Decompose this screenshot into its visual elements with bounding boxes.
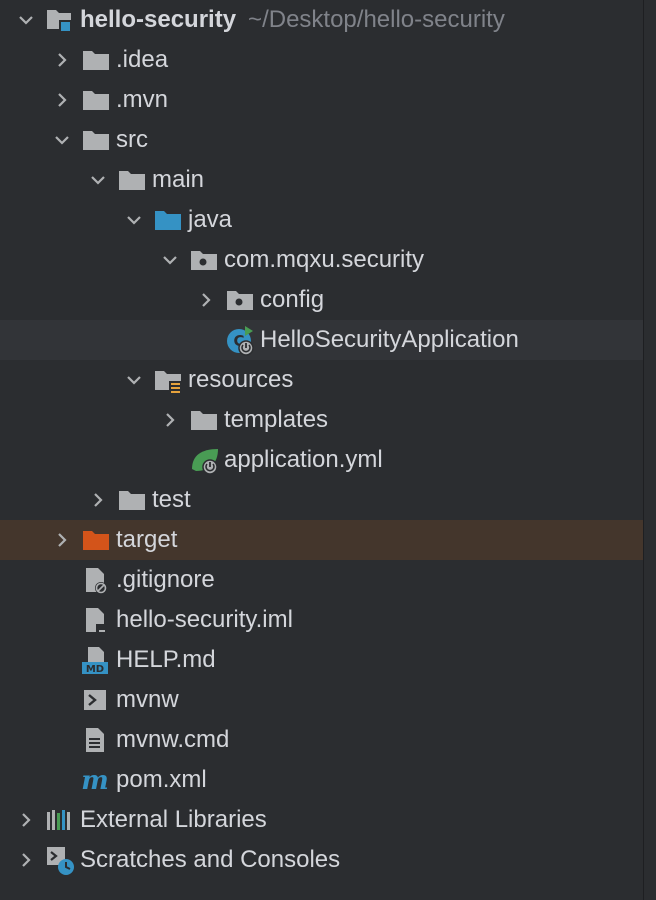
tree-row-templates[interactable]: templates [0,400,643,440]
package-label: com.mqxu.security [224,246,425,273]
resources-folder-icon [152,360,188,400]
chevron-right-icon[interactable] [44,40,80,80]
markdown-file-icon: MD [80,640,116,680]
folder-icon [80,120,116,160]
ignore-file-icon [80,560,116,600]
tree-row-app-class[interactable]: C HelloSecurityApplication [0,320,643,360]
tree-row-src[interactable]: src [0,120,643,160]
tree-row-gitignore[interactable]: .gitignore [0,560,643,600]
chevron-down-icon[interactable] [116,200,152,240]
folder-icon [116,160,152,200]
gitignore-label: .gitignore [116,566,215,593]
package-icon [188,240,224,280]
java-label: java [188,206,233,233]
main-label: main [152,166,205,193]
svg-text:m: m [81,766,109,796]
chevron-right-icon[interactable] [44,520,80,560]
panel-divider[interactable] [643,0,656,900]
spring-config-icon [188,440,224,480]
tree-row-mvn[interactable]: .mvn [0,80,643,120]
mvnw-cmd-label: mvnw.cmd [116,726,230,753]
iml-label: hello-security.iml [116,606,293,633]
source-root-folder-icon [152,200,188,240]
config-label: config [260,286,325,313]
excluded-folder-icon [80,520,116,560]
package-icon [224,280,260,320]
text-file-icon [80,720,116,760]
app-class-label: HelloSecurityApplication [260,326,519,353]
mvnw-label: mvnw [116,686,179,713]
mvn-label: .mvn [116,86,169,113]
svg-text:MD: MD [86,664,104,675]
libraries-icon [44,800,80,840]
chevron-right-icon[interactable] [80,480,116,520]
chevron-down-icon[interactable] [116,360,152,400]
tree-row-root[interactable]: hello-security ~/Desktop/hello-security [0,0,643,40]
tree-row-mvnw[interactable]: mvnw [0,680,643,720]
tree-row-test[interactable]: test [0,480,643,520]
chevron-right-icon[interactable] [8,800,44,840]
target-label: target [116,526,178,553]
src-label: src [116,126,148,153]
tree-row-target[interactable]: target [0,520,643,560]
test-label: test [152,486,191,513]
chevron-down-icon[interactable] [80,160,116,200]
folder-icon [188,400,224,440]
chevron-down-icon[interactable] [152,240,188,280]
tree-row-help-md[interactable]: MD HELP.md [0,640,643,680]
scratches-label: Scratches and Consoles [80,846,341,873]
pom-label: pom.xml [116,766,207,793]
tree-row-pom[interactable]: m pom.xml [0,760,643,800]
tree-row-java[interactable]: java [0,200,643,240]
app-yml-label: application.yml [224,446,383,473]
scratches-icon [44,840,80,880]
idea-label: .idea [116,46,169,73]
project-tree-panel: hello-security ~/Desktop/hello-security … [0,0,643,900]
templates-label: templates [224,406,329,433]
tree-row-external-libraries[interactable]: External Libraries [0,800,643,840]
shell-script-icon [80,680,116,720]
tree-row-mvnw-cmd[interactable]: mvnw.cmd [0,720,643,760]
module-file-icon [80,600,116,640]
tree-row-resources[interactable]: resources [0,360,643,400]
root-path: ~/Desktop/hello-security [248,6,505,33]
external-libraries-label: External Libraries [80,806,267,833]
chevron-down-icon[interactable] [8,0,44,40]
chevron-down-icon[interactable] [44,120,80,160]
tree-row-iml[interactable]: hello-security.iml [0,600,643,640]
folder-icon [80,80,116,120]
chevron-right-icon[interactable] [152,400,188,440]
spring-boot-class-icon: C [224,320,260,360]
tree-row-main[interactable]: main [0,160,643,200]
module-folder-icon [44,0,80,40]
chevron-right-icon[interactable] [44,80,80,120]
tree-row-package[interactable]: com.mqxu.security [0,240,643,280]
tree-row-scratches[interactable]: Scratches and Consoles [0,840,643,880]
folder-icon [116,480,152,520]
chevron-right-icon[interactable] [188,280,224,320]
resources-label: resources [188,366,294,393]
tree-row-config[interactable]: config [0,280,643,320]
folder-icon [80,40,116,80]
chevron-right-icon[interactable] [8,840,44,880]
root-label: hello-security [80,6,237,33]
tree-row-app-yml[interactable]: application.yml [0,440,643,480]
tree-row-idea[interactable]: .idea [0,40,643,80]
maven-icon: m [80,760,116,800]
help-md-label: HELP.md [116,646,216,673]
